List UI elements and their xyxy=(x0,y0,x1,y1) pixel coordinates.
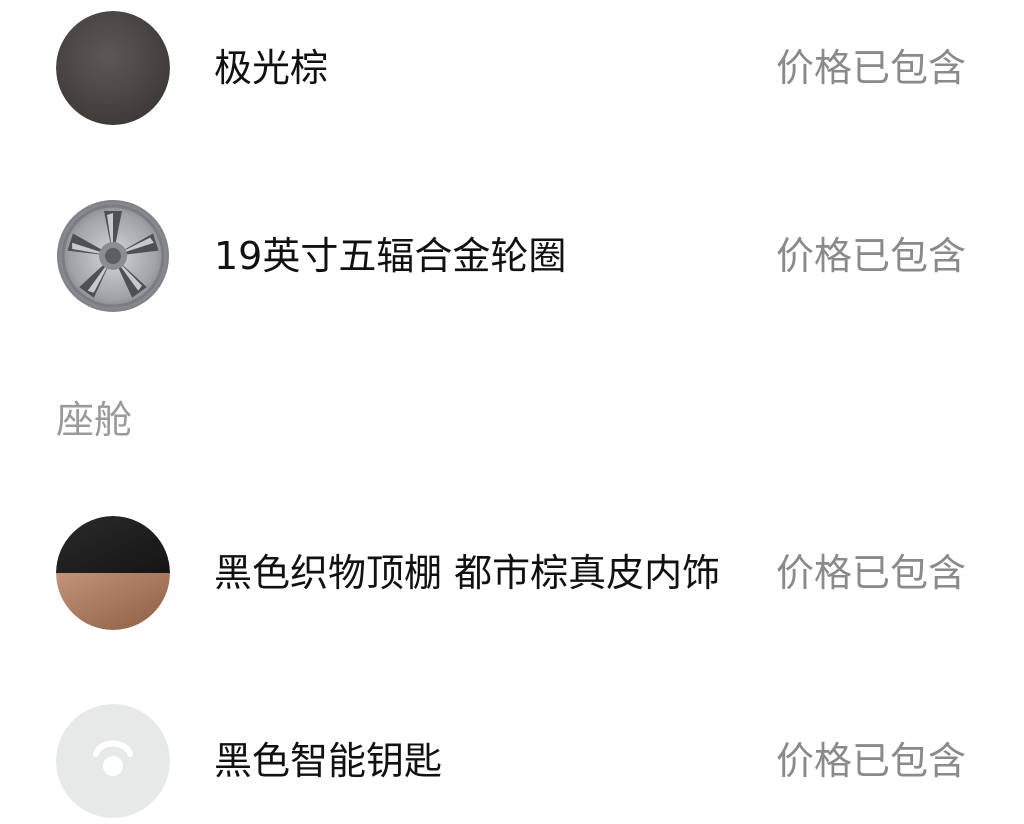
item-name: 极光棕 xyxy=(214,46,329,90)
list-item-wheel[interactable]: 19英寸五辐合金轮圈 价格已包含 xyxy=(0,199,1024,319)
item-price-status: 价格已包含 xyxy=(775,551,966,595)
item-price-status: 价格已包含 xyxy=(775,739,966,783)
interior-swatch-icon xyxy=(56,516,170,630)
section-title-cabin: 座舱 xyxy=(56,398,133,442)
list-item-interior[interactable]: 黑色织物顶棚 都市棕真皮内饰 价格已包含 xyxy=(0,516,1024,636)
item-price-status: 价格已包含 xyxy=(775,234,966,278)
item-price-status: 价格已包含 xyxy=(775,46,966,90)
list-item-paint[interactable]: 极光棕 价格已包含 xyxy=(0,11,1024,131)
paint-swatch-icon xyxy=(56,11,170,125)
option-list: 极光棕 价格已包含 19英寸五辐合金轮圈 价格已包含 座舱 黑色织物顶棚 都市棕… xyxy=(0,0,1024,818)
list-item-smart-key[interactable]: 黑色智能钥匙 价格已包含 xyxy=(0,704,1024,824)
item-name: 黑色织物顶棚 都市棕真皮内饰 xyxy=(214,551,721,595)
smart-key-icon xyxy=(56,704,170,818)
alloy-wheel-icon xyxy=(56,199,170,313)
item-name: 黑色智能钥匙 xyxy=(214,739,443,783)
item-name: 19英寸五辐合金轮圈 xyxy=(214,234,567,278)
